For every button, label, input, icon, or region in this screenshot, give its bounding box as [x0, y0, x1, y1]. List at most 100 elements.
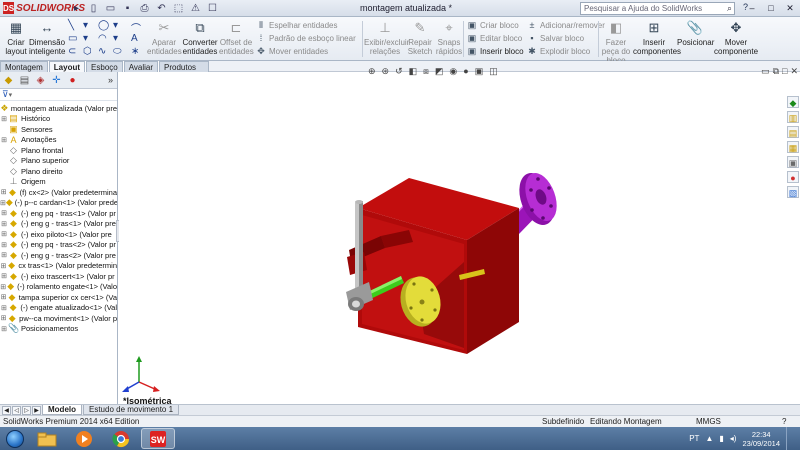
inserir-bloco-button[interactable]: ▣ Inserir bloco [467, 46, 524, 57]
tab-layout[interactable]: Layout [48, 61, 86, 72]
expand-icon[interactable]: ⊞ [0, 293, 7, 301]
mover-componente-button[interactable]: ✥ Mover componente [714, 20, 758, 56]
tab-montagem[interactable]: Montagem [0, 61, 48, 72]
appearances-icon[interactable]: ● [787, 171, 799, 183]
tree-item[interactable]: ⊞ ◆ (-) eng g - tras<2> (Valor pre [0, 250, 117, 261]
more-tabs-icon[interactable]: » [108, 75, 113, 85]
tab-estudo-de-movimento[interactable]: Estudo de movimento 1 [83, 405, 180, 415]
rebuild-icon[interactable]: ⚠ [189, 2, 202, 15]
zoom-area-icon[interactable]: ⊛ [382, 66, 390, 77]
next-tab-icon[interactable]: ▷ [22, 405, 31, 415]
expand-icon[interactable]: ⊞ [0, 188, 7, 196]
slot-icon[interactable]: ⊂ [68, 46, 83, 59]
spline-icon[interactable]: ∿ [98, 46, 113, 59]
view-orientation-icon[interactable]: ⧈ [423, 66, 429, 77]
viewport-maximize-icon[interactable]: □ [782, 66, 787, 77]
tree-item[interactable]: ⊞ ◆ pw--ca moviment<1> (Valor p [0, 313, 117, 324]
adicionar-remover-button[interactable]: ± Adicionar/remover [527, 20, 605, 30]
criar-layout-button[interactable]: ▦ Criar layout [3, 20, 29, 56]
help-search-input[interactable]: Pesquisar a Ajuda do SolidWorks ⌕ [580, 2, 735, 15]
expand-icon[interactable]: ⊞ [0, 136, 8, 144]
view-settings-icon[interactable]: ◫ [489, 66, 498, 77]
options-icon[interactable]: ☐ [206, 2, 219, 15]
smart-dimension-button[interactable]: ↔ Dimensão inteligente [29, 20, 65, 56]
criar-bloco-button[interactable]: ▣ Criar bloco [467, 20, 519, 31]
arrow-icon[interactable]: ▸ [70, 2, 83, 15]
section-view-icon[interactable]: ◧ [409, 66, 418, 77]
tree-item[interactable]: ⊞ ◆ (-) p--c cardan<1> (Valor prede [0, 197, 117, 209]
dimxpert-tab-icon[interactable]: ✛ [50, 74, 63, 87]
taskbar-solidworks[interactable]: SW [141, 428, 175, 449]
solidworks-logo[interactable]: DS SOLIDWORKS [0, 2, 85, 14]
featuremanager-tab-icon[interactable]: ◆ [2, 74, 15, 87]
view-palette-icon[interactable]: ▣ [787, 156, 799, 168]
start-button[interactable] [0, 427, 30, 450]
circle-dropdown-icon[interactable]: ▾ [113, 20, 128, 33]
tree-item[interactable]: ⊞ ◆ tampa superior cx cer<1> (Va [0, 292, 117, 303]
tree-item[interactable]: ⊞ 📎 Posicionamentos [0, 323, 117, 335]
tree-filter[interactable]: ⊽ ▾ [0, 89, 117, 101]
configuration-tab-icon[interactable]: ◈ [34, 74, 47, 87]
tree-item[interactable]: ⊞ ▤ Histórico [0, 113, 117, 125]
fillet-icon[interactable]: ⌒ [131, 20, 145, 35]
edit-appearance-icon[interactable]: ● [463, 66, 468, 77]
rectangle-icon[interactable]: ▭ [68, 33, 83, 46]
offset-entidades-button[interactable]: ⊏ Offset de entidades [219, 20, 254, 56]
tree-item[interactable]: ⊞ ◆ (-) engate atualizado<1> (Val [0, 302, 117, 314]
previous-view-icon[interactable]: ↺ [395, 66, 403, 77]
expand-icon[interactable]: ⊞ [0, 262, 7, 270]
fazer-peca-do-bloco-button[interactable]: ◧ Fazer peça do bloco [600, 20, 632, 65]
expand-icon[interactable]: ⊞ [0, 115, 8, 123]
select-icon[interactable]: ⬚ [172, 2, 185, 15]
tree-item[interactable]: ◇ Plano direito [0, 166, 117, 177]
tree-item[interactable]: ⊞ A Anotações [0, 135, 117, 146]
converter-entidades-button[interactable]: ⧉ Converter entidades [182, 20, 218, 56]
viewport-minimize-icon[interactable]: ▭ [761, 66, 770, 77]
tab-produtos-office[interactable]: Produtos Office [159, 61, 209, 83]
mover-entidades-button[interactable]: ✥ Mover entidades [256, 46, 328, 57]
status-units[interactable]: MMGS [696, 416, 721, 427]
new-file-icon[interactable]: ▯ [87, 2, 100, 15]
explodir-bloco-button[interactable]: ✱ Explodir bloco [527, 46, 590, 57]
text-icon[interactable]: A [131, 33, 145, 46]
inserir-componentes-button[interactable]: ⊞ Inserir componentes [633, 20, 681, 56]
arc-icon[interactable]: ◠ [98, 33, 113, 46]
padrao-esboco-linear-button[interactable]: ⁞ Padrão de esboço linear [256, 33, 356, 43]
expand-icon[interactable]: ⊞ [0, 325, 8, 333]
close-button[interactable]: ✕ [782, 2, 798, 14]
expand-icon[interactable]: ⊞ [0, 241, 8, 249]
tab-modelo[interactable]: Modelo [42, 405, 82, 415]
tree-item[interactable]: ⊞ ◆ cx tras<1> (Valor predetermin [0, 260, 118, 272]
expand-icon[interactable]: ⊞ [0, 304, 8, 312]
taskbar-media-player[interactable] [67, 428, 101, 449]
expand-icon[interactable]: ⊞ [0, 220, 8, 228]
tree-item[interactable]: ⊞ ◆ (-) eng g - tras<1> (Valor pre [0, 218, 117, 230]
aparar-entidades-button[interactable]: ✂ Aparar entidades [147, 20, 182, 56]
help-icon-status[interactable]: ? [782, 416, 786, 427]
undo-icon[interactable]: ↶ [155, 2, 168, 15]
exibir-excluir-relacoes-button[interactable]: ⊥ Exibir/excluir relações [364, 20, 409, 56]
tree-item[interactable]: ◇ Plano frontal [0, 145, 117, 156]
tree-item[interactable]: ⊞ ◆ (-) eixo piloto<1> (Valor pre [0, 229, 117, 240]
print-icon[interactable]: ⎙ [138, 2, 151, 15]
tree-item[interactable]: ⊞ ◆ (-) eixo trascert<1> (Valor pr [0, 271, 117, 282]
design-library-icon[interactable]: ▥ [787, 111, 799, 123]
rectangle-dropdown-icon[interactable]: ▾ [83, 33, 98, 46]
viewport-restore-icon[interactable]: ⧉ [773, 66, 779, 77]
graphics-area[interactable]: *Isométrica [119, 72, 787, 406]
scene-icon[interactable]: ▣ [475, 66, 484, 77]
espelhar-entidades-button[interactable]: ⫴ Espelhar entidades [256, 20, 337, 31]
line-icon[interactable]: ╲ [68, 20, 83, 33]
tree-item[interactable]: ◇ Plano superior [0, 155, 117, 167]
search-icon[interactable]: ⌕ [727, 3, 732, 14]
volume-icon[interactable]: ◂) [730, 434, 737, 443]
editar-bloco-button[interactable]: ▣ Editar bloco [467, 33, 523, 44]
network-icon[interactable]: ▮ [719, 434, 723, 443]
tree-root-assembly[interactable]: ❖ montagem atualizada (Valor pre [0, 103, 117, 114]
tree-item[interactable]: ⊞ ◆ (-) eng pq - tras<1> (Valor pr [0, 208, 117, 219]
open-folder-icon[interactable]: ▭ [104, 2, 117, 15]
minimize-button[interactable]: – [744, 2, 760, 14]
show-desktop-button[interactable] [786, 427, 794, 450]
posicionar-button[interactable]: 📎 Posicionar [677, 20, 714, 47]
tab-avaliar[interactable]: Avaliar [123, 61, 159, 72]
